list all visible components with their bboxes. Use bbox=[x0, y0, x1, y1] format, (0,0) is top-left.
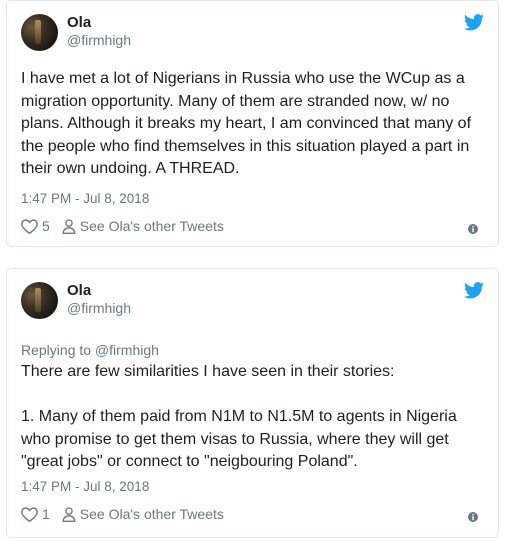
info-icon[interactable] bbox=[468, 224, 478, 234]
info-icon[interactable] bbox=[468, 512, 478, 522]
person-icon[interactable] bbox=[62, 506, 76, 522]
tweet-actions: 5 See Ola's other Tweets bbox=[21, 218, 224, 234]
heart-icon[interactable] bbox=[21, 218, 38, 234]
heart-icon[interactable] bbox=[21, 506, 38, 522]
author-handle[interactable]: @firmhigh bbox=[67, 300, 131, 316]
replying-to[interactable]: Replying to @firmhigh bbox=[21, 342, 159, 358]
person-icon[interactable] bbox=[62, 218, 76, 234]
tweet-text: There are few similarities I have seen i… bbox=[21, 363, 457, 470]
avatar[interactable] bbox=[21, 282, 58, 319]
like-count[interactable]: 5 bbox=[42, 218, 50, 234]
see-other-tweets-link[interactable]: See Ola's other Tweets bbox=[80, 218, 224, 234]
tweet-actions: 1 See Ola's other Tweets bbox=[21, 506, 224, 522]
tweet-text: I have met a lot of Nigerians in Russia … bbox=[21, 70, 476, 177]
tweet-card[interactable]: Ola @firmhigh Replying to @firmhigh Ther… bbox=[6, 268, 499, 538]
see-other-tweets-link[interactable]: See Ola's other Tweets bbox=[80, 506, 224, 522]
twitter-bird-icon[interactable] bbox=[464, 14, 484, 31]
author-handle[interactable]: @firmhigh bbox=[67, 32, 131, 48]
twitter-bird-icon[interactable] bbox=[464, 282, 484, 299]
avatar[interactable] bbox=[21, 14, 58, 51]
tweet-timestamp[interactable]: 1:47 PM - Jul 8, 2018 bbox=[21, 479, 149, 494]
like-count[interactable]: 1 bbox=[42, 506, 50, 522]
tweet-card[interactable]: Ola @firmhigh I have met a lot of Nigeri… bbox=[6, 0, 499, 247]
author-name[interactable]: Ola bbox=[67, 14, 91, 31]
author-name[interactable]: Ola bbox=[67, 282, 91, 299]
tweet-timestamp[interactable]: 1:47 PM - Jul 8, 2018 bbox=[21, 191, 149, 206]
